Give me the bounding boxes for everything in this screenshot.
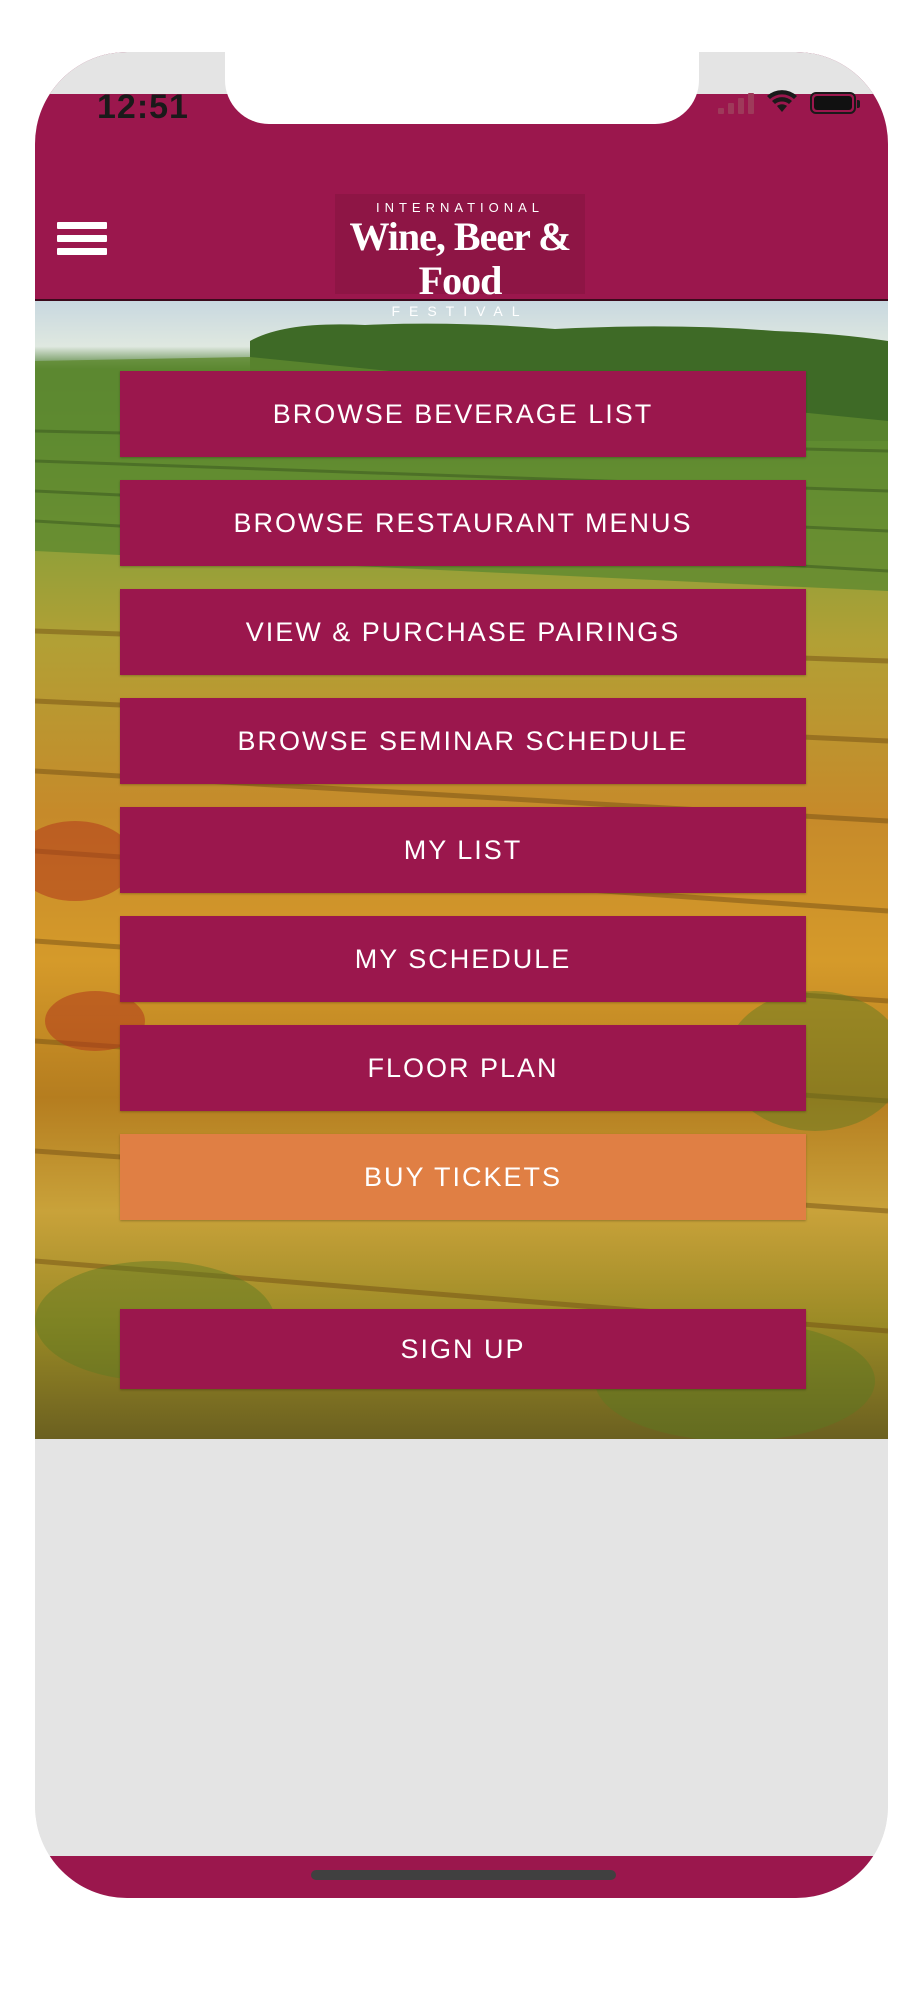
buy-tickets-button[interactable]: BUY TICKETS xyxy=(120,1134,806,1220)
status-icons xyxy=(718,90,860,114)
logo-line-festival: FESTIVAL xyxy=(391,303,529,319)
vineyard-background-image: BROWSE BEVERAGE LIST BROWSE RESTAURANT M… xyxy=(35,301,888,1439)
wifi-icon xyxy=(767,90,797,112)
empty-content-area xyxy=(35,1439,888,1856)
battery-icon xyxy=(810,92,860,114)
cellular-signal-icon xyxy=(718,92,754,114)
floor-plan-button[interactable]: FLOOR PLAN xyxy=(120,1025,806,1111)
home-indicator[interactable] xyxy=(311,1870,616,1880)
festival-logo: INTERNATIONAL Wine, Beer & Food FESTIVAL xyxy=(335,194,585,319)
status-time: 12:51 xyxy=(97,88,189,126)
browse-seminar-schedule-button[interactable]: BROWSE SEMINAR SCHEDULE xyxy=(120,698,806,784)
hamburger-menu-icon[interactable] xyxy=(57,222,107,268)
device-notch xyxy=(225,52,699,124)
logo-line-title: Wine, Beer & Food xyxy=(349,214,572,303)
sign-up-button[interactable]: SIGN UP xyxy=(120,1309,806,1389)
phone-frame: INTERNATIONAL Wine, Beer & Food FESTIVAL… xyxy=(35,52,888,1898)
browse-beverage-list-button[interactable]: BROWSE BEVERAGE LIST xyxy=(120,371,806,457)
my-schedule-button[interactable]: MY SCHEDULE xyxy=(120,916,806,1002)
logo-line-international: INTERNATIONAL xyxy=(375,200,545,215)
my-list-button[interactable]: MY LIST xyxy=(120,807,806,893)
browse-restaurant-menus-button[interactable]: BROWSE RESTAURANT MENUS xyxy=(120,480,806,566)
view-purchase-pairings-button[interactable]: VIEW & PURCHASE PAIRINGS xyxy=(120,589,806,675)
